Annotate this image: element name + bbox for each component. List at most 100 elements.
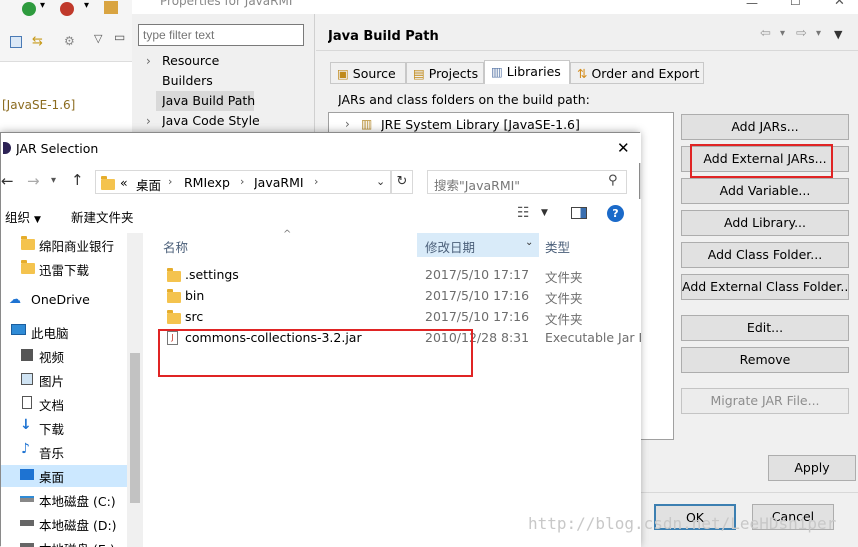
breadcrumb-javarmi[interactable]: JavaRMI xyxy=(254,175,304,190)
properties-titlebar: Properties for JavaRMI — ☐ ✕ xyxy=(132,0,858,14)
column-header-modified[interactable]: 修改日期 xyxy=(425,237,475,256)
apply-button[interactable]: Apply xyxy=(768,455,856,481)
remove-button[interactable]: Remove xyxy=(681,347,849,373)
breadcrumb-rmiexp[interactable]: RMIexp xyxy=(184,175,230,190)
close-icon[interactable]: ✕ xyxy=(617,139,630,157)
nav-scrollbar[interactable] xyxy=(127,233,143,547)
filter-icon[interactable]: ⚙ xyxy=(64,34,75,48)
tree-item-resource[interactable]: Resource xyxy=(162,53,219,68)
tree-item-builders[interactable]: Builders xyxy=(162,73,213,88)
add-variable-button[interactable]: Add Variable... xyxy=(681,178,849,204)
nav-item-drive-d[interactable]: 本地磁盘 (D:) xyxy=(39,515,117,534)
minimize-window-icon[interactable]: — xyxy=(746,0,758,10)
expand-arrow-icon[interactable]: › xyxy=(146,114,151,128)
breadcrumb-separator-icon[interactable]: › xyxy=(168,175,172,188)
add-class-folder-button[interactable]: Add Class Folder... xyxy=(681,242,849,268)
back-arrow-icon[interactable]: ← xyxy=(1,172,14,190)
tab-libraries[interactable]: ▥ Libraries xyxy=(484,60,570,84)
folder-icon xyxy=(167,310,181,324)
drive-icon xyxy=(20,496,34,502)
address-dropdown-icon[interactable]: ⌄ xyxy=(376,175,385,188)
forward-dropdown-icon[interactable]: ▾ xyxy=(816,28,821,39)
tab-source[interactable]: ▣ Source xyxy=(330,62,406,84)
nav-item-onedrive[interactable]: OneDrive xyxy=(31,292,90,307)
folder-icon xyxy=(21,260,35,274)
nav-item-drive-c[interactable]: 本地磁盘 (C:) xyxy=(39,491,116,510)
tab-projects[interactable]: ▤ Projects xyxy=(406,62,484,84)
file-name-settings[interactable]: .settings xyxy=(185,267,239,282)
organize-menu[interactable]: 组织 ▼ xyxy=(5,207,41,226)
edit-button[interactable]: Edit... xyxy=(681,315,849,341)
pictures-icon xyxy=(21,373,33,385)
file-type: 文件夹 xyxy=(545,291,583,306)
properties-title: Properties for JavaRMI xyxy=(160,0,293,8)
nav-item-videos[interactable]: 视频 xyxy=(39,347,64,366)
add-external-class-folder-button[interactable]: Add External Class Folder... xyxy=(681,274,849,300)
expand-arrow-icon[interactable]: › xyxy=(146,54,151,68)
nav-item-fav2[interactable]: 迅雷下载 xyxy=(39,260,89,279)
tab-order-and-export[interactable]: ⇅ Order and Export xyxy=(570,62,704,84)
downloads-icon: ↓ xyxy=(20,417,32,433)
library-item[interactable]: JRE System Library [JavaSE-1.6] xyxy=(381,117,580,132)
dropdown-arrow-icon[interactable]: ▾ xyxy=(40,0,45,11)
nav-item-downloads[interactable]: 下载 xyxy=(39,419,64,438)
migrate-jar-button[interactable]: Migrate JAR File... xyxy=(681,388,849,414)
expand-arrow-icon[interactable]: › xyxy=(345,117,350,131)
forward-arrow-icon[interactable]: → xyxy=(27,172,40,190)
view-menu-icon[interactable]: ▼ xyxy=(834,28,842,41)
nav-item-desktop[interactable]: 桌面 xyxy=(39,467,64,486)
column-header-type[interactable]: 类型 xyxy=(545,237,570,256)
add-library-button[interactable]: Add Library... xyxy=(681,210,849,236)
search-icon[interactable]: ⚲ xyxy=(608,173,618,188)
breadcrumb-overflow[interactable]: « xyxy=(120,175,128,190)
dropdown-arrow-icon[interactable]: ▾ xyxy=(84,0,89,11)
view-options-icon[interactable]: ☷ xyxy=(517,205,530,221)
hierarchy-icon[interactable] xyxy=(10,36,22,48)
back-icon[interactable]: ⇦ xyxy=(760,26,771,41)
run-icon[interactable] xyxy=(22,2,36,16)
help-icon[interactable]: ? xyxy=(607,205,624,222)
address-bar[interactable]: « 桌面 › RMIexp › JavaRMI › ⌄ xyxy=(95,170,391,194)
minimize-icon[interactable]: ▭ xyxy=(114,30,125,44)
column-header-name[interactable]: 名称 xyxy=(163,237,188,256)
tree-item-java-build-path[interactable]: Java Build Path xyxy=(162,93,255,108)
search-input[interactable]: 搜索"JavaRMI" ⚲ xyxy=(427,170,627,194)
link-icon[interactable]: ⇆ xyxy=(32,34,43,49)
scroll-thumb[interactable] xyxy=(130,353,140,503)
column-dropdown-icon[interactable]: ⌄ xyxy=(525,237,533,248)
nav-item-music[interactable]: 音乐 xyxy=(39,443,64,462)
package-icon[interactable] xyxy=(104,1,118,14)
nav-item-pictures[interactable]: 图片 xyxy=(39,371,64,390)
dropdown-arrow-icon: ▼ xyxy=(34,215,41,225)
breadcrumb-separator-icon[interactable]: › xyxy=(314,175,318,188)
preview-pane-icon[interactable] xyxy=(571,207,587,219)
filter-input[interactable] xyxy=(138,24,304,46)
drive-icon xyxy=(20,520,34,526)
nav-item-documents[interactable]: 文档 xyxy=(39,395,64,414)
breadcrumb-desktop[interactable]: 桌面 xyxy=(136,175,161,194)
folder-icon xyxy=(101,176,115,190)
up-arrow-icon[interactable]: ↑ xyxy=(71,171,84,189)
forward-icon[interactable]: ⇨ xyxy=(796,26,807,41)
refresh-icon[interactable]: ↻ xyxy=(391,170,413,194)
desktop-icon xyxy=(20,469,34,480)
file-name-src[interactable]: src xyxy=(185,309,203,324)
breadcrumb-separator-icon[interactable]: › xyxy=(240,175,244,188)
back-dropdown-icon[interactable]: ▾ xyxy=(780,28,785,39)
nav-item-this-pc[interactable]: 此电脑 xyxy=(31,323,69,342)
maximize-window-icon[interactable]: ☐ xyxy=(790,0,801,8)
recent-dropdown-icon[interactable]: ▾ xyxy=(51,175,56,186)
new-folder-button[interactable]: 新建文件夹 xyxy=(71,207,134,226)
file-type: 文件夹 xyxy=(545,270,583,285)
nav-item-fav1[interactable]: 绵阳商业银行 xyxy=(39,236,114,255)
add-jars-button[interactable]: Add JARs... xyxy=(681,114,849,140)
jar-dialog-titlebar: JAR Selection ✕ xyxy=(1,133,641,163)
jars-label: JARs and class folders on the build path… xyxy=(338,92,590,107)
view-menu-icon[interactable]: ▽ xyxy=(94,32,102,45)
file-type: Executable Jar File xyxy=(545,330,641,345)
external-tools-icon[interactable] xyxy=(60,2,74,16)
close-window-icon[interactable]: ✕ xyxy=(834,0,845,9)
view-dropdown-icon[interactable]: ▼ xyxy=(541,208,548,218)
file-name-bin[interactable]: bin xyxy=(185,288,204,303)
tree-item-java-code-style[interactable]: Java Code Style xyxy=(162,113,260,128)
